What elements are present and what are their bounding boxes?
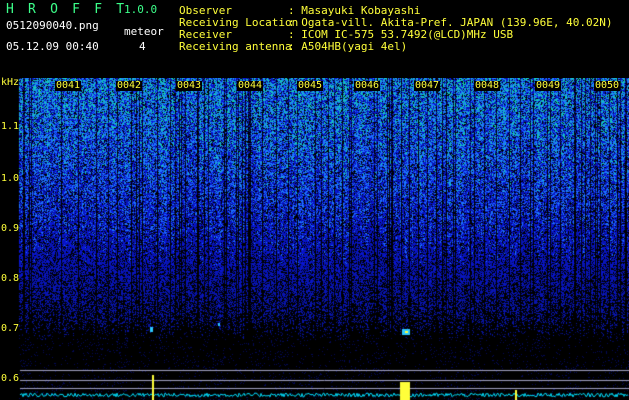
spectrogram-panel: kHz 1.1 1.0 0.9 0.8 0.7 0.6 0041 0042 00… [0, 78, 629, 400]
location-value: : Ogata-vill. Akita-Pref. JAPAN (139.96E… [288, 16, 613, 29]
time-label-0045: 0045 [297, 80, 324, 91]
receiver-label: Receiver [179, 28, 232, 41]
time-label-0049: 0049 [535, 80, 562, 91]
y-tick-0-6: 0.6 [1, 373, 20, 384]
time-label-0048: 0048 [474, 80, 501, 91]
observer-value: : Masayuki Kobayashi [288, 4, 421, 17]
y-tick-0-9: 0.9 [1, 223, 20, 234]
y-tick-1-0: 1.0 [1, 173, 20, 184]
y-tick-0-8: 0.8 [1, 273, 20, 284]
time-label-0044: 0044 [237, 80, 264, 91]
app-title: H R O F F T [6, 2, 128, 17]
time-label-0041: 0041 [55, 80, 82, 91]
date-time: 05.12.09 00:40 [6, 40, 99, 53]
meteor-count: 4 [139, 40, 146, 53]
spectrogram-canvas [0, 78, 629, 400]
antenna-value: : A504HB(yagi 4el) [288, 40, 408, 53]
observer-label: Observer [179, 4, 232, 17]
antenna-label: Receiving antenna [179, 40, 292, 53]
time-label-0050: 0050 [594, 80, 621, 91]
meteor-label: meteor [124, 25, 164, 38]
header-panel: H R O F F T 1.0.0 0512090040.png meteor … [0, 0, 629, 78]
time-label-0042: 0042 [116, 80, 143, 91]
location-label: Receiving Location [179, 16, 299, 29]
time-label-0047: 0047 [414, 80, 441, 91]
receiver-value: : ICOM IC-575 53.7492(@LCD)MHz USB [288, 28, 514, 41]
app-version: 1.0.0 [124, 3, 158, 16]
time-label-0043: 0043 [176, 80, 203, 91]
y-tick-1-1: 1.1 [1, 121, 20, 132]
file-name: 0512090040.png [6, 19, 99, 32]
time-label-0046: 0046 [354, 80, 381, 91]
y-tick-0-7: 0.7 [1, 323, 20, 334]
y-unit-label: kHz [1, 77, 20, 88]
